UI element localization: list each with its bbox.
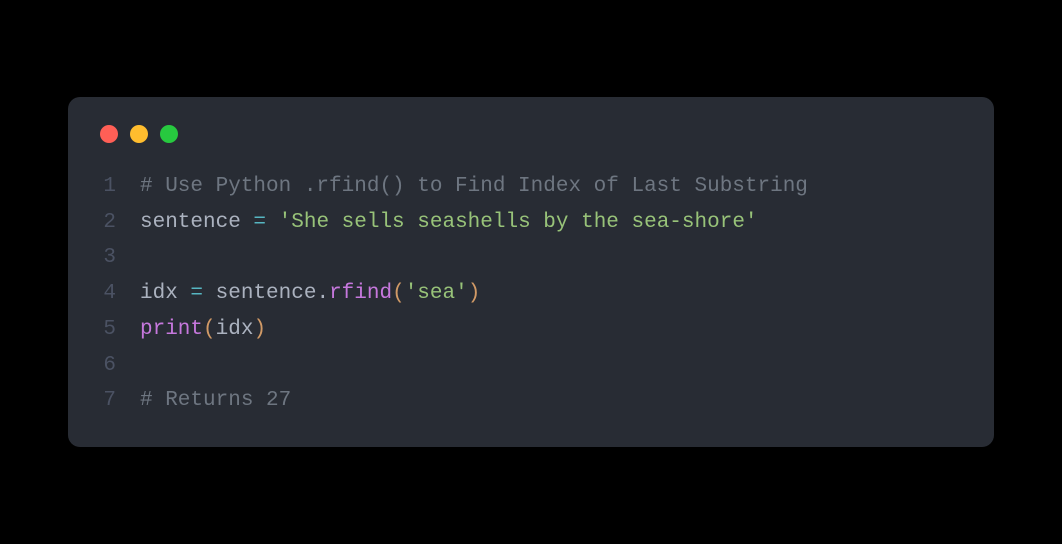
- line-content: # Returns 27: [140, 383, 962, 419]
- line-content: print(idx): [140, 312, 962, 348]
- code-token: 'sea': [405, 282, 468, 305]
- code-token: # Returns 27: [140, 389, 291, 412]
- code-token: ): [253, 318, 266, 341]
- code-line: 7# Returns 27: [96, 383, 962, 419]
- code-token: 'She sells seashells by the sea-shore': [279, 211, 758, 234]
- line-number: 7: [96, 383, 140, 419]
- line-number: 2: [96, 205, 140, 241]
- code-window: 1# Use Python .rfind() to Find Index of …: [68, 97, 994, 447]
- code-editor[interactable]: 1# Use Python .rfind() to Find Index of …: [96, 169, 962, 419]
- line-content: sentence = 'She sells seashells by the s…: [140, 205, 962, 241]
- code-token: rfind: [329, 282, 392, 305]
- code-token: =: [190, 282, 203, 305]
- code-line: 5print(idx): [96, 312, 962, 348]
- code-token: # Use Python .rfind() to Find Index of L…: [140, 175, 808, 198]
- minimize-icon[interactable]: [130, 125, 148, 143]
- code-token: =: [253, 211, 266, 234]
- maximize-icon[interactable]: [160, 125, 178, 143]
- code-line: 1# Use Python .rfind() to Find Index of …: [96, 169, 962, 205]
- line-number: 1: [96, 169, 140, 205]
- line-content: [140, 240, 962, 276]
- code-token: [266, 211, 279, 234]
- code-token: idx: [140, 282, 190, 305]
- line-number: 4: [96, 276, 140, 312]
- close-icon[interactable]: [100, 125, 118, 143]
- code-token: print: [140, 318, 203, 341]
- code-token: sentence: [140, 211, 253, 234]
- line-number: 6: [96, 348, 140, 384]
- line-number: 5: [96, 312, 140, 348]
- code-line: 3: [96, 240, 962, 276]
- line-content: idx = sentence.rfind('sea'): [140, 276, 962, 312]
- code-token: ): [468, 282, 481, 305]
- code-token: (: [203, 318, 216, 341]
- code-token: idx: [216, 318, 254, 341]
- code-line: 2sentence = 'She sells seashells by the …: [96, 205, 962, 241]
- line-content: # Use Python .rfind() to Find Index of L…: [140, 169, 962, 205]
- code-line: 4idx = sentence.rfind('sea'): [96, 276, 962, 312]
- window-titlebar: [96, 125, 962, 143]
- code-token: (: [392, 282, 405, 305]
- line-content: [140, 348, 962, 384]
- code-token: sentence.: [203, 282, 329, 305]
- line-number: 3: [96, 240, 140, 276]
- code-line: 6: [96, 348, 962, 384]
